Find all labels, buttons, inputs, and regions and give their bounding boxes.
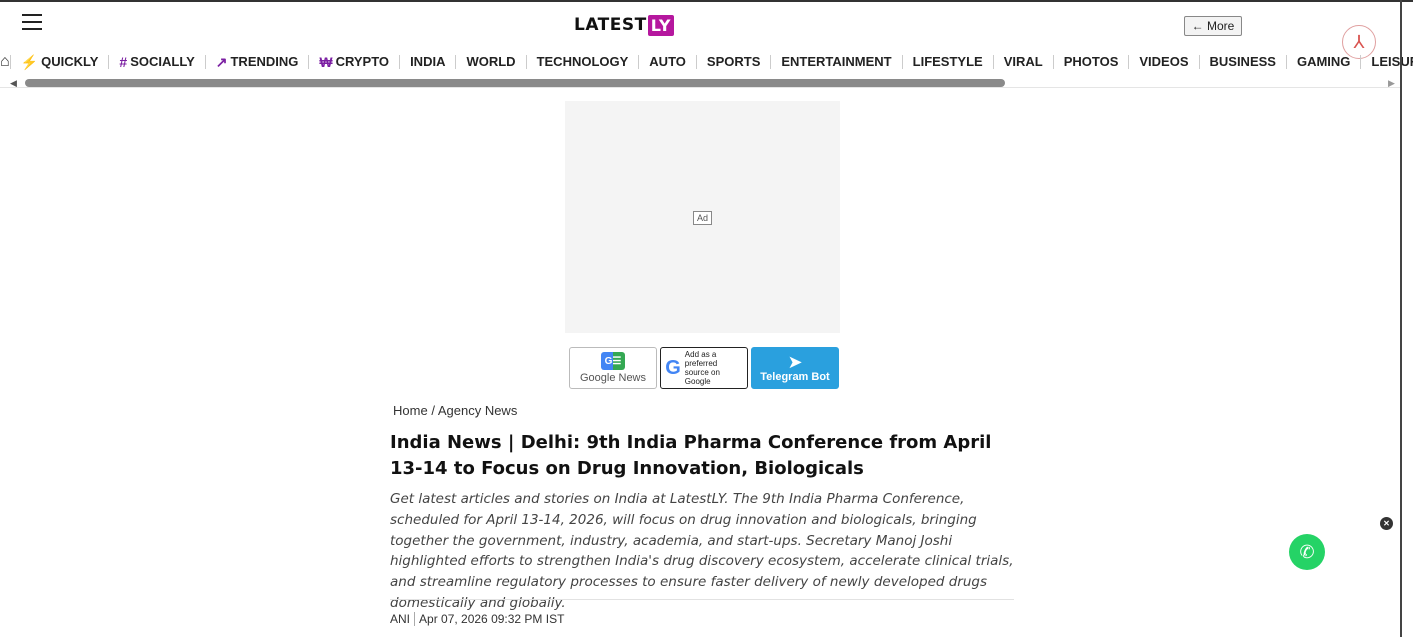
article-timestamp: Apr 07, 2026 09:32 PM IST [419,612,565,626]
breadcrumb: Home / Agency News [393,403,517,418]
category-nav: ⌂ ⚡ QUICKLY # SOCIALLY ↗ TRENDING ₩ CRYPTO INDIA… [0,50,1413,74]
nav-items: ⚡ QUICKLY # SOCIALLY ↗ TRENDING ₩ CRYPTO INDIA WO… [9,54,1413,70]
article-summary: Get latest articles and stories on India… [390,491,1014,611]
nav-divider [0,87,1400,88]
byline-separator [414,612,416,626]
nav-item-entertainment[interactable]: ENTERTAINMENT [770,55,901,69]
google-news-icon: G☰ [601,352,625,370]
article-source[interactable]: ANI [390,612,410,626]
google-news-button[interactable]: G☰ Google News [569,347,657,389]
nav-item-label: AUTO [649,54,686,69]
nav-item-label: WORLD [466,54,516,69]
trending-icon: ↗ [215,54,228,70]
nav-item-technology[interactable]: TECHNOLOGY [525,54,639,69]
ad-label: Ad [693,211,712,225]
nav-item-label: LIFESTYLE [912,54,983,69]
byline-divider [390,599,1014,600]
site-logo[interactable]: LATEST LY [574,12,675,38]
close-icon[interactable]: ✕ [1380,517,1393,530]
nav-item-india[interactable]: INDIA [399,55,455,69]
nav-item-lifestyle[interactable]: LIFESTYLE [901,54,993,69]
google-g-icon: G [665,356,681,379]
nav-item-business[interactable]: BUSINESS [1198,54,1286,69]
nav-item-label: TECHNOLOGY [536,54,629,69]
nav-item-label: TRENDING [230,54,299,69]
telegram-label: Telegram Bot [760,371,830,383]
more-button[interactable]: ← More [1184,16,1242,36]
nav-item-gaming[interactable]: GAMING [1285,54,1360,69]
whatsapp-icon[interactable]: ✆ [1289,534,1325,570]
nav-item-socially[interactable]: # SOCIALLY [108,55,204,69]
nav-item-quickly[interactable]: ⚡ QUICKLY [9,54,109,70]
telegram-bot-button[interactable]: ➤ Telegram Bot [751,347,839,389]
article-headline: India News | Delhi: 9th India Pharma Con… [390,432,992,479]
breadcrumb-home[interactable]: Home [393,403,428,418]
google-preferred-label: Add as a preferred source on Google [684,350,720,386]
home-icon[interactable]: ⌂ [0,53,10,71]
breadcrumb-separator: / [431,403,435,418]
telegram-icon: ➤ [787,352,803,372]
article-byline: ANI Apr 07, 2026 09:32 PM IST [390,612,564,626]
nav-item-label: PHOTOS [1063,54,1119,69]
breadcrumb-section[interactable]: Agency News [438,403,517,418]
logo-main-text: LATEST [574,15,647,35]
nav-item-auto[interactable]: AUTO [638,55,696,69]
nav-item-sports[interactable]: SPORTS [695,54,770,69]
window-edge [1400,0,1402,637]
nav-item-label: BUSINESS [1209,54,1276,69]
nav-item-viral[interactable]: VIRAL [992,54,1053,69]
nav-item-label: SOCIALLY [130,54,195,69]
horizontal-scrollbar[interactable]: ◀ ▶ [0,76,1400,90]
nav-item-label: ENTERTAINMENT [781,54,892,69]
nav-item-world[interactable]: WORLD [455,55,525,69]
nav-item-videos[interactable]: VIDEOS [1128,55,1198,69]
nav-item-leisurely[interactable]: LEISURELY [1360,55,1413,69]
logo-accent-text: LY [647,14,675,36]
nav-item-label: GAMING [1296,54,1351,69]
bolt-icon: ⚡ [20,54,39,70]
scrollbar-thumb[interactable] [25,79,1005,87]
nav-item-label: QUICKLY [41,54,99,69]
nav-item-label: LEISURELY [1371,54,1413,69]
hamburger-menu-icon[interactable] [22,14,42,30]
follow-badges: G☰ Google News G Add as a preferred sour… [569,347,839,389]
nav-item-trending[interactable]: ↗ TRENDING [204,54,309,70]
crypto-icon: ₩ [319,54,333,70]
nav-item-label: VIDEOS [1139,54,1189,69]
nav-item-photos[interactable]: PHOTOS [1052,54,1129,69]
hash-icon: # [119,54,128,70]
nav-item-label: INDIA [410,54,446,69]
google-news-label: Google News [579,372,647,384]
nav-item-label: CRYPTO [335,54,390,69]
nav-item-label: VIRAL [1003,54,1043,69]
top-header: LATEST LY ← More ⅄ [0,0,1413,59]
google-preferred-source-button[interactable]: G Add as a preferred source on Google [660,347,748,389]
nav-item-label: SPORTS [706,54,761,69]
nav-item-crypto[interactable]: ₩ CRYPTO [308,55,399,69]
